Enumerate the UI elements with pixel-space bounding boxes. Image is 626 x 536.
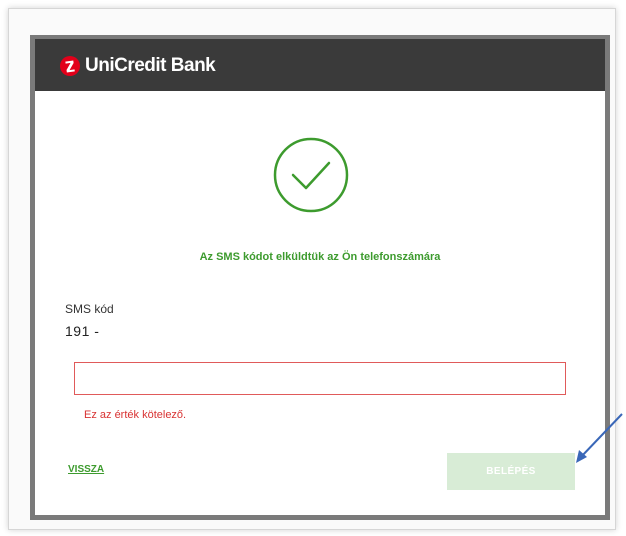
sms-code-prefix: 191 - <box>65 323 100 339</box>
back-link[interactable]: VISSZA <box>68 464 104 475</box>
brand-logo: UniCredit Bank <box>59 53 216 79</box>
unicredit-logo-icon <box>60 56 80 76</box>
annotation-arrow-icon <box>576 413 623 463</box>
screenshot: UniCredit Bank Az SMS kódot elküldtük az… <box>0 0 626 536</box>
sms-code-label: SMS kód <box>65 302 114 316</box>
success-checkmark-icon <box>271 135 351 215</box>
sms-sent-message: Az SMS kódot elküldtük az Ön telefonszám… <box>199 251 441 263</box>
sms-verification-panel: Az SMS kódot elküldtük az Ön telefonszám… <box>35 91 605 515</box>
logo-text: UniCredit Bank <box>85 55 216 76</box>
required-field-error: Ez az érték kötelező. <box>84 409 187 421</box>
login-button[interactable]: BELÉPÉS <box>447 453 575 490</box>
login-window: UniCredit Bank Az SMS kódot elküldtük az… <box>30 35 610 520</box>
sms-code-input[interactable] <box>74 362 566 395</box>
header-bar: UniCredit Bank <box>35 39 605 91</box>
